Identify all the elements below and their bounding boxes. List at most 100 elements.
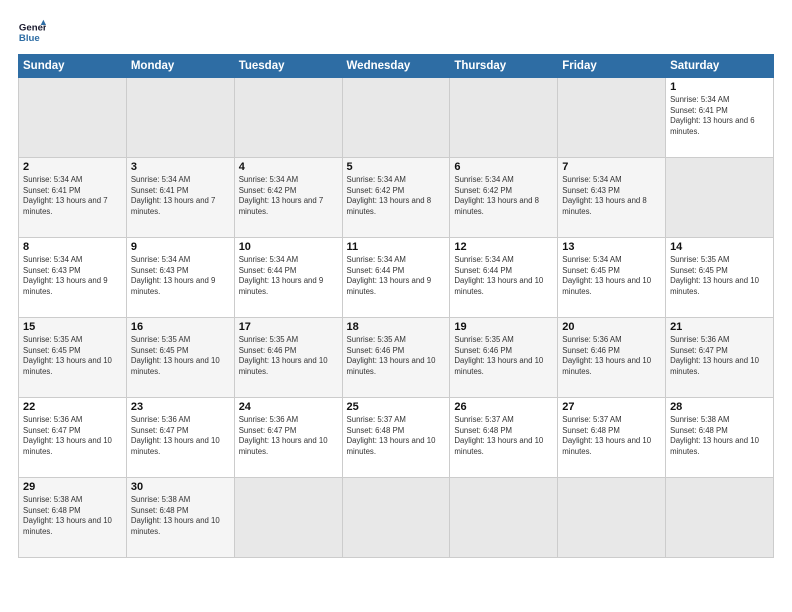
day-number: 15 <box>23 321 122 333</box>
sunset-label: Sunset: <box>670 106 696 115</box>
sunrise-time: 5:38 AM <box>162 495 191 504</box>
calendar-cell: 16 Sunrise: 5:35 AM Sunset: 6:45 PM Dayl… <box>126 318 234 398</box>
day-number: 20 <box>562 321 661 333</box>
sunset-time: 6:44 PM <box>483 266 512 275</box>
sunset-label: Sunset: <box>347 426 373 435</box>
daylight-label: Daylight: <box>23 196 53 205</box>
daylight-label: Daylight: <box>454 276 484 285</box>
sunset-time: 6:45 PM <box>591 266 620 275</box>
sunrise-label: Sunrise: <box>562 255 591 264</box>
calendar-cell: 5 Sunrise: 5:34 AM Sunset: 6:42 PM Dayli… <box>342 158 450 238</box>
sunrise-label: Sunrise: <box>239 255 268 264</box>
calendar-cell: 8 Sunrise: 5:34 AM Sunset: 6:43 PM Dayli… <box>19 238 127 318</box>
calendar-week-2: 8 Sunrise: 5:34 AM Sunset: 6:43 PM Dayli… <box>19 238 774 318</box>
sunset-time: 6:43 PM <box>591 186 620 195</box>
sunrise-label: Sunrise: <box>131 255 160 264</box>
sunrise-time: 5:35 AM <box>162 335 191 344</box>
sunset-time: 6:43 PM <box>52 266 81 275</box>
sunrise-time: 5:34 AM <box>269 255 298 264</box>
sunset-label: Sunset: <box>347 186 373 195</box>
day-info: Sunrise: 5:36 AM Sunset: 6:46 PM Dayligh… <box>562 335 661 377</box>
sunset-label: Sunset: <box>23 346 49 355</box>
daylight-label: Daylight: <box>670 356 700 365</box>
calendar-cell: 17 Sunrise: 5:35 AM Sunset: 6:46 PM Dayl… <box>234 318 342 398</box>
sunset-label: Sunset: <box>131 346 157 355</box>
sunset-time: 6:45 PM <box>159 346 188 355</box>
day-number: 13 <box>562 241 661 253</box>
day-number: 29 <box>23 481 122 493</box>
daylight-label: Daylight: <box>23 516 53 525</box>
sunset-label: Sunset: <box>562 186 588 195</box>
sunset-label: Sunset: <box>239 266 265 275</box>
calendar-cell: 11 Sunrise: 5:34 AM Sunset: 6:44 PM Dayl… <box>342 238 450 318</box>
sunrise-label: Sunrise: <box>23 415 52 424</box>
day-info: Sunrise: 5:37 AM Sunset: 6:48 PM Dayligh… <box>454 415 553 457</box>
sunrise-label: Sunrise: <box>23 255 52 264</box>
sunrise-label: Sunrise: <box>347 415 376 424</box>
day-header-sunday: Sunday <box>19 55 127 78</box>
calendar-cell: 18 Sunrise: 5:35 AM Sunset: 6:46 PM Dayl… <box>342 318 450 398</box>
day-number: 1 <box>670 81 769 93</box>
sunset-label: Sunset: <box>23 186 49 195</box>
sunrise-time: 5:36 AM <box>701 335 730 344</box>
daylight-label: Daylight: <box>239 436 269 445</box>
calendar-cell: 23 Sunrise: 5:36 AM Sunset: 6:47 PM Dayl… <box>126 398 234 478</box>
calendar-cell <box>450 78 558 158</box>
daylight-label: Daylight: <box>239 276 269 285</box>
sunset-time: 6:41 PM <box>699 106 728 115</box>
sunrise-time: 5:36 AM <box>593 335 622 344</box>
day-header-monday: Monday <box>126 55 234 78</box>
day-number: 11 <box>347 241 446 253</box>
calendar-cell: 15 Sunrise: 5:35 AM Sunset: 6:45 PM Dayl… <box>19 318 127 398</box>
sunrise-label: Sunrise: <box>347 335 376 344</box>
calendar-cell: 29 Sunrise: 5:38 AM Sunset: 6:48 PM Dayl… <box>19 478 127 558</box>
sunset-time: 6:42 PM <box>267 186 296 195</box>
daylight-label: Daylight: <box>670 276 700 285</box>
sunrise-label: Sunrise: <box>670 255 699 264</box>
calendar-cell: 2 Sunrise: 5:34 AM Sunset: 6:41 PM Dayli… <box>19 158 127 238</box>
calendar-cell <box>558 478 666 558</box>
calendar-cell <box>450 478 558 558</box>
sunrise-label: Sunrise: <box>23 495 52 504</box>
day-number: 9 <box>131 241 230 253</box>
day-info: Sunrise: 5:35 AM Sunset: 6:46 PM Dayligh… <box>454 335 553 377</box>
calendar-cell: 22 Sunrise: 5:36 AM Sunset: 6:47 PM Dayl… <box>19 398 127 478</box>
daylight-label: Daylight: <box>347 276 377 285</box>
daylight-label: Daylight: <box>347 436 377 445</box>
sunrise-label: Sunrise: <box>23 335 52 344</box>
sunrise-label: Sunrise: <box>23 175 52 184</box>
logo: General Blue <box>18 18 46 46</box>
sunset-time: 6:46 PM <box>591 346 620 355</box>
day-info: Sunrise: 5:35 AM Sunset: 6:45 PM Dayligh… <box>670 255 769 297</box>
calendar-week-0: 1 Sunrise: 5:34 AM Sunset: 6:41 PM Dayli… <box>19 78 774 158</box>
day-number: 17 <box>239 321 338 333</box>
calendar-cell <box>19 78 127 158</box>
daylight-label: Daylight: <box>454 196 484 205</box>
day-number: 4 <box>239 161 338 173</box>
day-number: 16 <box>131 321 230 333</box>
daylight-label: Daylight: <box>454 356 484 365</box>
daylight-label: Daylight: <box>23 276 53 285</box>
sunrise-time: 5:34 AM <box>162 255 191 264</box>
day-info: Sunrise: 5:34 AM Sunset: 6:43 PM Dayligh… <box>131 255 230 297</box>
sunset-label: Sunset: <box>670 266 696 275</box>
sunrise-time: 5:35 AM <box>269 335 298 344</box>
sunrise-time: 5:34 AM <box>593 175 622 184</box>
sunset-time: 6:47 PM <box>159 426 188 435</box>
sunset-label: Sunset: <box>454 426 480 435</box>
day-info: Sunrise: 5:34 AM Sunset: 6:43 PM Dayligh… <box>562 175 661 217</box>
sunrise-label: Sunrise: <box>670 415 699 424</box>
sunset-label: Sunset: <box>131 266 157 275</box>
day-info: Sunrise: 5:34 AM Sunset: 6:44 PM Dayligh… <box>454 255 553 297</box>
day-header-friday: Friday <box>558 55 666 78</box>
calendar-cell: 3 Sunrise: 5:34 AM Sunset: 6:41 PM Dayli… <box>126 158 234 238</box>
sunset-time: 6:48 PM <box>699 426 728 435</box>
sunset-time: 6:47 PM <box>267 426 296 435</box>
sunrise-time: 5:35 AM <box>377 335 406 344</box>
sunrise-time: 5:34 AM <box>485 175 514 184</box>
day-number: 21 <box>670 321 769 333</box>
sunset-label: Sunset: <box>131 506 157 515</box>
sunset-label: Sunset: <box>239 186 265 195</box>
sunrise-label: Sunrise: <box>454 415 483 424</box>
sunset-time: 6:42 PM <box>375 186 404 195</box>
